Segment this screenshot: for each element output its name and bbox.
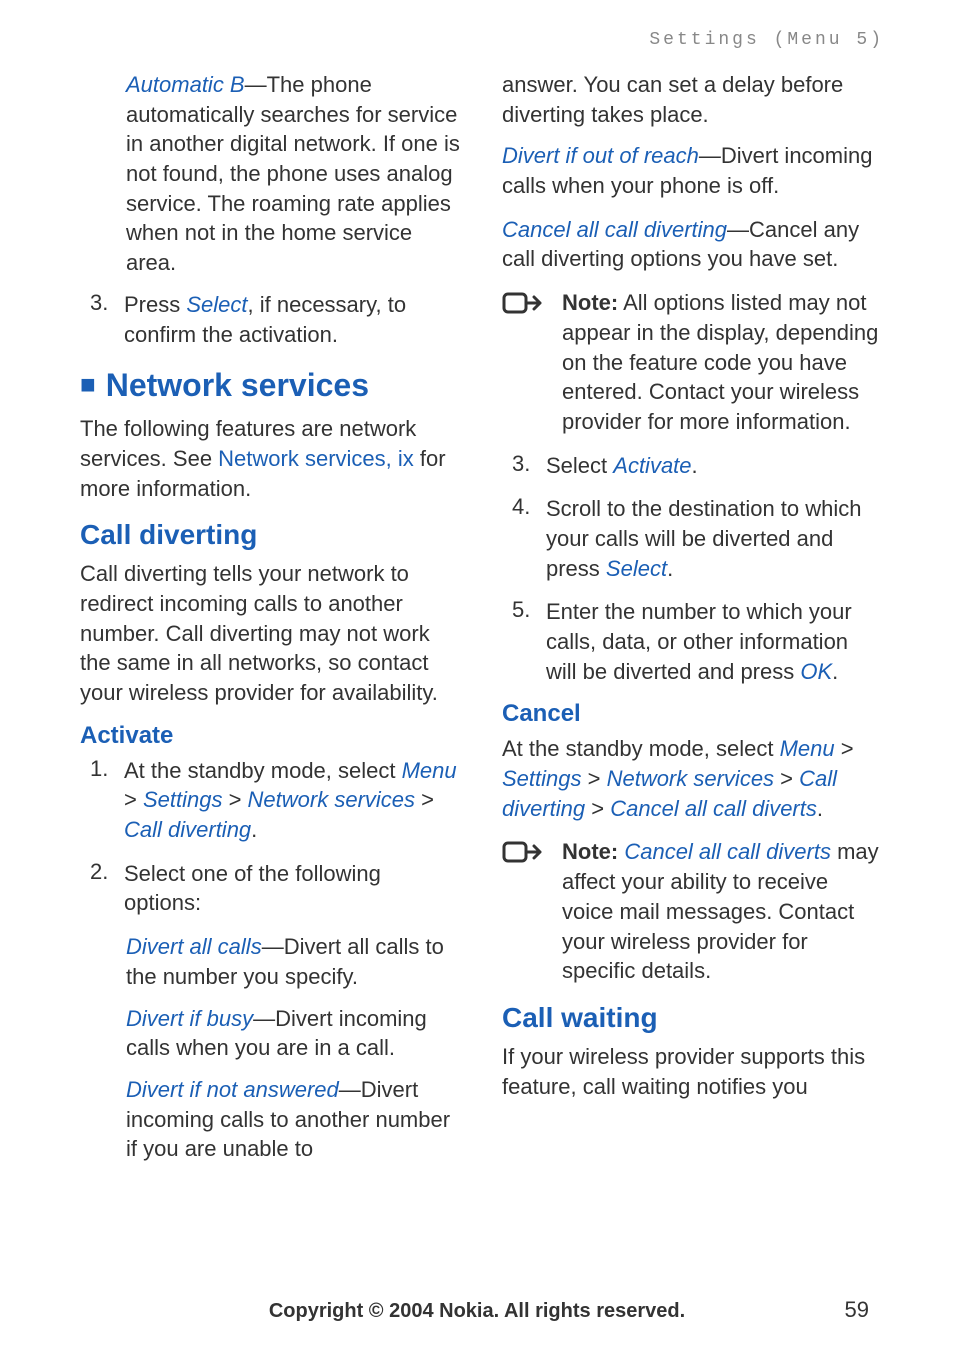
sep: >: [124, 787, 143, 812]
period: .: [692, 453, 698, 478]
network-services-intro: The following features are network servi…: [80, 414, 462, 503]
activate-step-2: 2. Select one of the following options:: [90, 859, 462, 918]
note-icon: [502, 837, 548, 985]
path-cancel-all: Cancel all call diverts: [610, 796, 817, 821]
path-settings: Settings: [502, 766, 582, 791]
text-pre: At the standby mode, select: [124, 758, 402, 783]
sep: >: [585, 796, 610, 821]
path-call-diverting: Call diverting: [124, 817, 251, 842]
left-column: Automatic B—The phone automatically sear…: [80, 70, 462, 1176]
term-divert-all-calls: Divert all calls: [126, 934, 262, 959]
two-column-layout: Automatic B—The phone automatically sear…: [80, 70, 884, 1176]
heading-cancel: Cancel: [502, 700, 884, 728]
call-diverting-desc: Call diverting tells your network to red…: [80, 559, 462, 707]
note-body: Note: Cancel all call diverts may affect…: [562, 837, 884, 985]
step-number: 5.: [512, 597, 534, 686]
step-body: Select one of the following options:: [124, 859, 462, 918]
path-network-services: Network services: [248, 787, 415, 812]
step-number: 3.: [90, 290, 112, 349]
text-pre: Press: [124, 292, 186, 317]
sep: >: [835, 736, 854, 761]
step-number: 3.: [512, 451, 534, 481]
step-body: Select Activate.: [546, 451, 884, 481]
note-term: Cancel all call diverts: [618, 839, 831, 864]
period: .: [817, 796, 823, 821]
text-pre: Select: [546, 453, 613, 478]
term-cancel-all-diverting: Cancel all call diverting: [502, 217, 727, 242]
call-waiting-desc: If your wireless provider supports this …: [502, 1042, 884, 1101]
step-body: Scroll to the destination to which your …: [546, 494, 884, 583]
sep: >: [582, 766, 607, 791]
automatic-b-entry: Automatic B—The phone automatically sear…: [126, 70, 462, 278]
divert-out-of-reach-entry: Divert if out of reach—Divert incoming c…: [502, 141, 884, 200]
term-activate: Activate: [613, 453, 691, 478]
note-body: Note: All options listed may not appear …: [562, 288, 884, 436]
path-network-services: Network services: [607, 766, 774, 791]
term-divert-if-not-answered: Divert if not answered: [126, 1077, 339, 1102]
cancel-all-diverting-entry: Cancel all call diverting—Cancel any cal…: [502, 215, 884, 274]
step-body: At the standby mode, select Menu > Setti…: [124, 756, 462, 845]
link-network-services-ix[interactable]: Network services, ix: [218, 446, 414, 471]
text-pre: Scroll to the destination to which your …: [546, 496, 862, 580]
path-menu: Menu: [402, 758, 457, 783]
period: .: [667, 556, 673, 581]
step-4-scroll: 4. Scroll to the destination to which yo…: [512, 494, 884, 583]
term-select: Select: [606, 556, 667, 581]
path-settings: Settings: [143, 787, 223, 812]
note-icon: [502, 288, 548, 436]
heading-network-services: Network services: [80, 367, 462, 404]
divert-if-busy-entry: Divert if busy—Divert incoming calls whe…: [126, 1004, 462, 1063]
heading-call-waiting: Call waiting: [502, 1002, 884, 1034]
activate-step-1: 1. At the standby mode, select Menu > Se…: [90, 756, 462, 845]
divert-all-calls-entry: Divert all calls—Divert all calls to the…: [126, 932, 462, 991]
step-number: 1.: [90, 756, 112, 845]
step-body: Enter the number to which your calls, da…: [546, 597, 884, 686]
term-divert-if-busy: Divert if busy: [126, 1006, 253, 1031]
page-number: 59: [845, 1297, 869, 1323]
continuation-answer: answer. You can set a delay before diver…: [502, 70, 884, 129]
term-ok: OK: [800, 659, 832, 684]
step-3-activate: 3. Select Activate.: [512, 451, 884, 481]
step-5-enter-number: 5. Enter the number to which your calls,…: [512, 597, 884, 686]
step-number: 2.: [90, 859, 112, 918]
note-label: Note:: [562, 290, 618, 315]
term-divert-out-of-reach: Divert if out of reach: [502, 143, 699, 168]
term-select: Select: [186, 292, 247, 317]
note-cancel-all-diverts: Note: Cancel all call diverts may affect…: [502, 837, 884, 985]
step-number: 4.: [512, 494, 534, 583]
right-column: answer. You can set a delay before diver…: [502, 70, 884, 1176]
cancel-path: At the standby mode, select Menu > Setti…: [502, 734, 884, 823]
page-header: Settings (Menu 5): [80, 30, 884, 50]
sep: >: [415, 787, 434, 812]
note-all-options: Note: All options listed may not appear …: [502, 288, 884, 436]
sep: >: [222, 787, 247, 812]
divert-if-not-answered-entry: Divert if not answered—Divert incoming c…: [126, 1075, 462, 1164]
desc-automatic-b: —The phone automatically searches for se…: [126, 72, 460, 275]
path-menu: Menu: [780, 736, 835, 761]
text-pre: At the standby mode, select: [502, 736, 780, 761]
sep: >: [774, 766, 799, 791]
period: .: [251, 817, 257, 842]
footer-copyright: Copyright © 2004 Nokia. All rights reser…: [0, 1300, 954, 1323]
heading-activate: Activate: [80, 722, 462, 750]
heading-call-diverting: Call diverting: [80, 519, 462, 551]
step-3-confirm: 3. Press Select, if necessary, to confir…: [90, 290, 462, 349]
term-automatic-b: Automatic B: [126, 72, 245, 97]
period: .: [832, 659, 838, 684]
step-body: Press Select, if necessary, to confirm t…: [124, 290, 462, 349]
note-label: Note:: [562, 839, 618, 864]
